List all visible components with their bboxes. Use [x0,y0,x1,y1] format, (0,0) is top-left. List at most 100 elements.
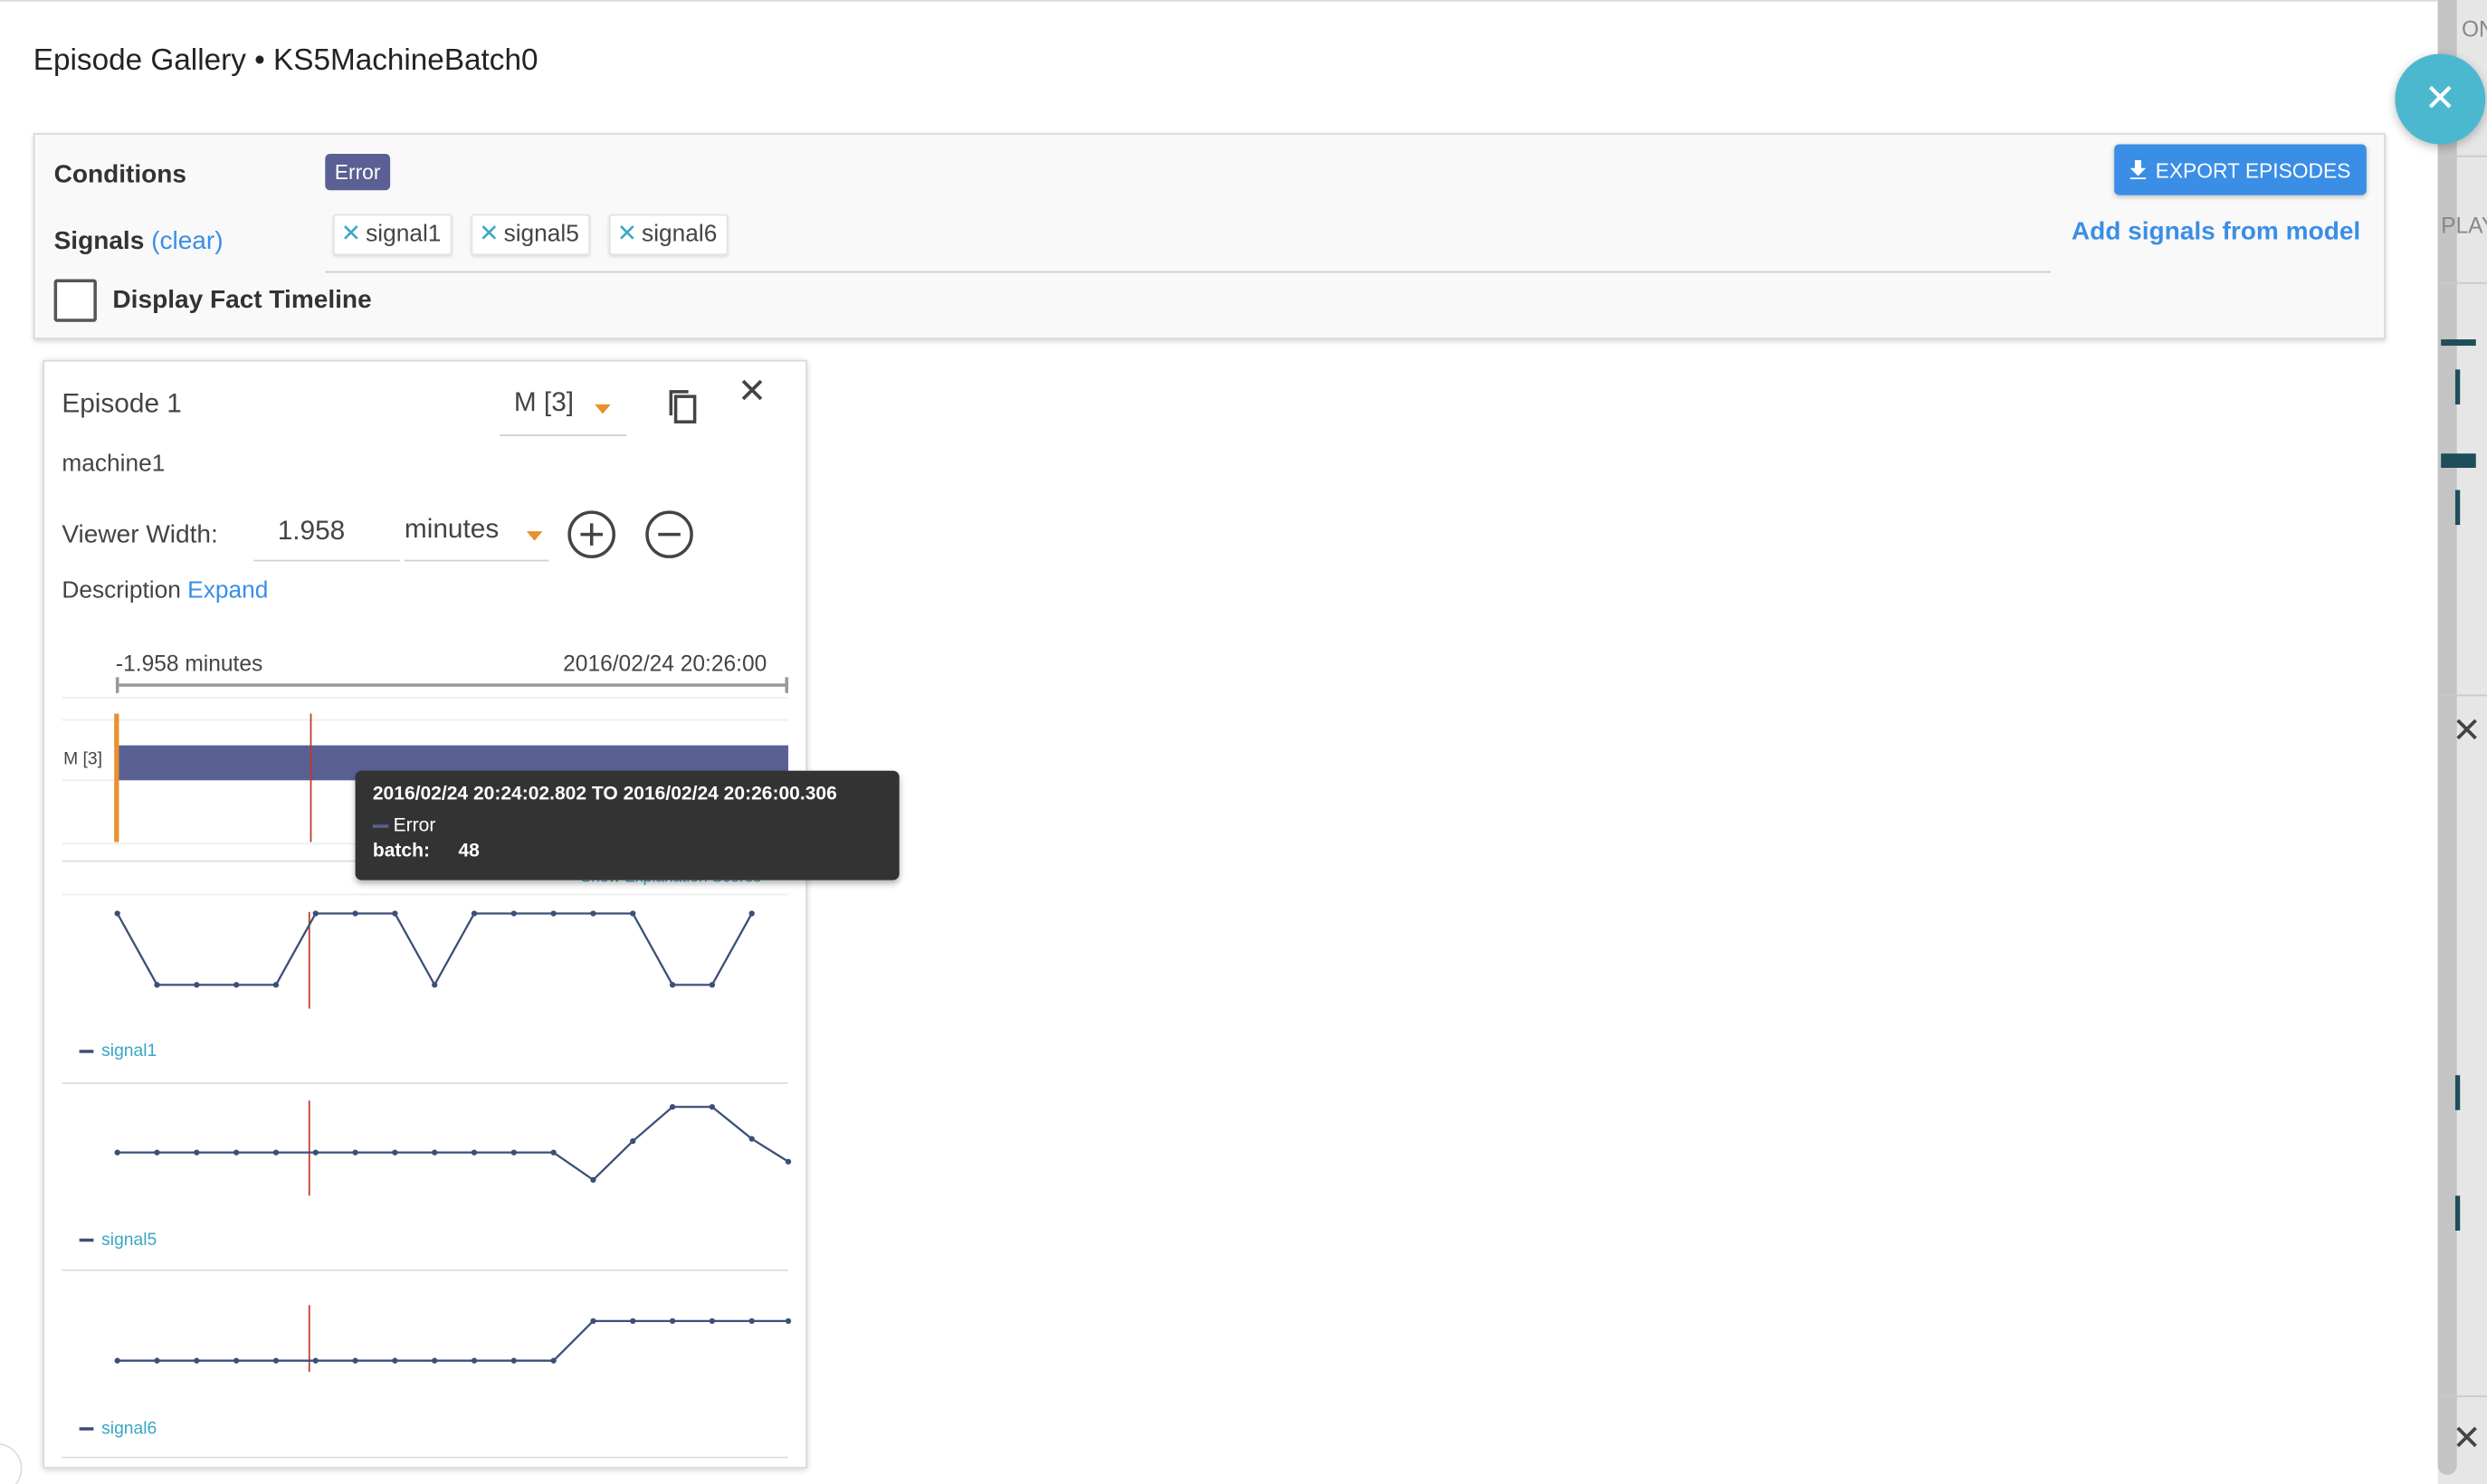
signal-chip[interactable]: ✕ signal1 [333,214,453,256]
signal6-point [748,1318,755,1325]
background-page: ON PLAY ✕ ✕ [2437,0,2487,1484]
signal5-point [154,1149,160,1156]
background-mark [2454,369,2461,404]
signal6-point [669,1318,676,1325]
signal1-line [116,912,753,987]
signal5-point [709,1104,716,1110]
remove-icon[interactable]: ✕ [479,221,499,248]
tooltip-range: 2016/02/24 20:24:02.802 TO 2016/02/24 20… [372,782,837,804]
signal-chip[interactable]: ✕ signal6 [608,214,729,256]
signal6-point [194,1357,200,1364]
signal6-point [154,1357,160,1364]
legend-signal5: signal5 [80,1231,157,1250]
signal1-point [630,910,636,917]
legend-signal1: signal1 [80,1042,157,1061]
signal1-point [471,910,478,917]
background-divider [2437,1395,2487,1397]
close-gallery-button[interactable]: ✕ [2395,53,2486,145]
close-icon[interactable]: ✕ [2452,1420,2481,1456]
top-divider [0,0,2438,2]
signal1-point [392,910,398,917]
signal1-point [748,910,755,917]
signal5-line [117,1106,789,1182]
signal6-point [630,1318,636,1325]
conditions-panel: Conditions Error EXPORT EPISODES Signals… [33,133,2386,340]
export-episodes-button[interactable]: EXPORT EPISODES [2114,144,2367,195]
background-divider [2437,281,2487,284]
signal5-point [630,1137,636,1145]
signal1-point [550,910,557,917]
condition-chip-error[interactable]: Error [325,153,390,191]
download-icon [2130,160,2147,180]
signal5-point [669,1104,676,1110]
signal5-point [510,1149,517,1156]
background-mark [2454,1075,2461,1110]
signal5-point [312,1149,319,1156]
signal6-point [352,1357,358,1364]
signal1-point [194,982,200,988]
episode-start-marker [114,713,119,842]
signal5-point [233,1149,240,1156]
signal6-point [709,1318,716,1325]
close-icon[interactable]: ✕ [2452,713,2481,749]
background-mark [2441,339,2476,347]
condition-tooltip: 2016/02/24 20:24:02.802 TO 2016/02/24 20… [355,770,900,880]
background-mark [2454,1195,2461,1231]
signal1-point [352,910,358,917]
signal-chip-label: signal1 [366,220,442,248]
signals-label-text: Signals [53,228,145,256]
signal6-point [590,1318,596,1325]
signal6-point [114,1357,120,1364]
episode-gallery-dialog: ON PLAY ✕ ✕ ✕ Episode Gallery • KS5Machi… [0,0,2487,1484]
signal5-point [194,1149,200,1156]
signal1-point [312,910,319,917]
remove-icon[interactable]: ✕ [617,221,637,248]
signal1-point [510,910,517,917]
signal6-point [510,1357,517,1364]
signal5-point [590,1176,596,1184]
signal6-point [312,1357,319,1364]
signal5-point [471,1149,478,1156]
episode-card: Episode 1 M [3] ✕ machine1 Viewer Width:… [43,359,809,1470]
tooltip-condition: Error [373,813,436,836]
signal6-line [117,1319,789,1362]
signal5-point [392,1149,398,1156]
conditions-label: Conditions [53,161,187,189]
signal6-point [432,1357,438,1364]
signal6-point [272,1357,280,1364]
background-mark [2454,490,2461,526]
background-divider [2437,155,2487,157]
signal-chip-label: signal6 [642,220,718,248]
signal6-point [471,1357,478,1364]
signal6-point [233,1357,240,1364]
fact-timeline-checkbox[interactable] [53,279,97,322]
signal1-point [114,910,120,917]
signal-chip-label: signal5 [503,220,579,248]
signal6-point [785,1318,792,1325]
remove-icon[interactable]: ✕ [341,221,361,248]
signal5-point [432,1149,438,1156]
fact-timeline-label: Display Fact Timeline [112,287,372,315]
signal5-point [748,1136,755,1142]
signals-input[interactable]: ✕ signal1 ✕ signal5 ✕ signal6 [325,214,2052,273]
background-mark [2441,453,2476,469]
background-text: ON [2461,15,2487,42]
tooltip-batch-label: batch: [372,839,430,861]
signal1-point [154,982,160,988]
signals-label: Signals (clear) [54,228,224,257]
signal-chip[interactable]: ✕ signal5 [471,214,591,256]
series-layer [114,910,792,1364]
episode-charts[interactable] [44,362,809,1470]
legend-signal6: signal6 [80,1420,157,1439]
signal1-point [709,982,716,988]
background-divider [2437,694,2487,697]
tooltip-batch: batch: 48 [373,839,480,861]
signal6-point [392,1357,398,1364]
signal5-point [114,1149,120,1156]
signal5-point [785,1158,792,1165]
clear-signals-link[interactable]: (clear) [151,228,223,255]
add-signals-from-model-link[interactable]: Add signals from model [2072,219,2360,248]
corner-handle[interactable] [0,1442,23,1484]
tooltip-batch-value: 48 [458,839,480,861]
signal1-point [432,982,438,988]
